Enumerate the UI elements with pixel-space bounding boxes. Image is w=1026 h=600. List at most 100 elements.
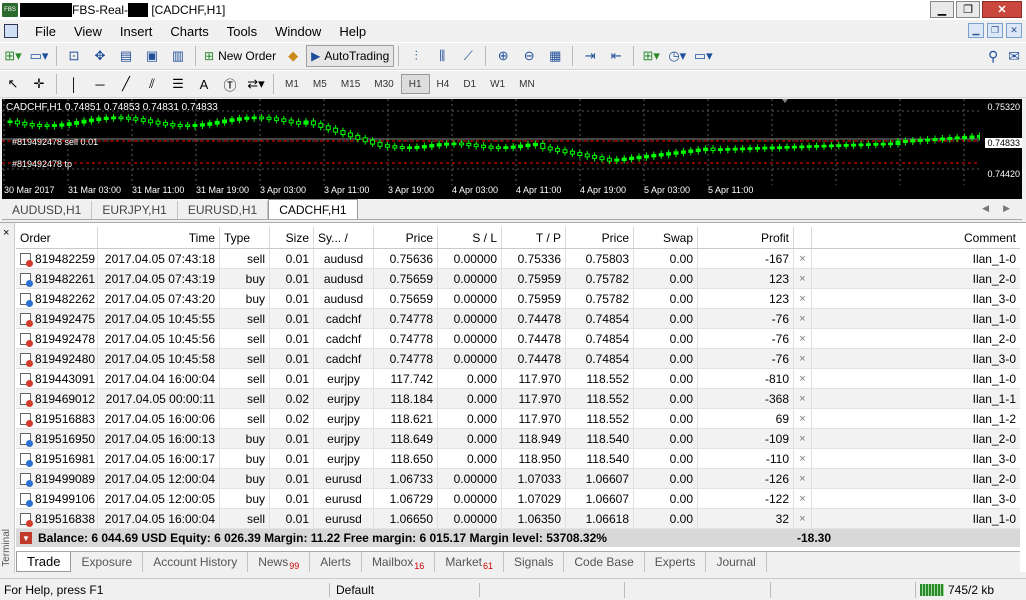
equidistant-channel-icon[interactable]: ⫽ bbox=[141, 74, 163, 94]
tab-eurusd[interactable]: EURUSD,H1 bbox=[178, 201, 269, 219]
menu-tools[interactable]: Tools bbox=[218, 24, 266, 39]
close-order-icon[interactable]: × bbox=[794, 309, 812, 328]
tab-exposure[interactable]: Exposure bbox=[71, 552, 144, 572]
timeframe-d1[interactable]: D1 bbox=[456, 74, 483, 94]
close-order-icon[interactable]: × bbox=[794, 469, 812, 488]
crosshair-icon[interactable]: ✛ bbox=[28, 74, 50, 94]
tab-mailbox[interactable]: Mailbox16 bbox=[362, 552, 436, 572]
table-row[interactable]: 819492475 2017.04.05 10:45:55 sell 0.01 cadc… bbox=[16, 309, 1020, 329]
child-close-button[interactable]: ✕ bbox=[1006, 23, 1022, 38]
chart-shift-icon[interactable]: ⇤ bbox=[605, 46, 627, 66]
tab-eurjpy[interactable]: EURJPY,H1 bbox=[92, 201, 178, 219]
column-header[interactable]: Comment bbox=[812, 227, 1020, 248]
tab-signals[interactable]: Signals bbox=[504, 552, 565, 572]
templates-icon[interactable]: ▭▾ bbox=[692, 46, 714, 66]
autotrading-button[interactable]: ▶ AutoTrading bbox=[306, 45, 395, 67]
menu-insert[interactable]: Insert bbox=[111, 24, 162, 39]
column-header[interactable]: Swap bbox=[634, 227, 698, 248]
close-order-icon[interactable]: × bbox=[794, 409, 812, 428]
table-row[interactable]: 819443091 2017.04.04 16:00:04 sell 0.01 eurj… bbox=[16, 369, 1020, 389]
indicators-icon[interactable]: ⊞▾ bbox=[640, 46, 662, 66]
close-order-icon[interactable]: × bbox=[794, 429, 812, 448]
table-row[interactable]: 819516950 2017.04.05 16:00:13 buy 0.01 eurjp… bbox=[16, 429, 1020, 449]
status-profile[interactable]: Default bbox=[330, 582, 480, 597]
candlestick-icon[interactable]: ⫼ bbox=[431, 46, 453, 66]
column-header[interactable]: Size bbox=[270, 227, 314, 248]
close-order-icon[interactable]: × bbox=[794, 289, 812, 308]
new-order-button[interactable]: ⊞ New Order bbox=[200, 45, 280, 67]
metaeditor-icon[interactable]: ◆ bbox=[282, 46, 304, 66]
column-header[interactable]: Type bbox=[220, 227, 270, 248]
close-order-icon[interactable]: × bbox=[794, 269, 812, 288]
table-row[interactable]: 819482261 2017.04.05 07:43:19 buy 0.01 audus… bbox=[16, 269, 1020, 289]
fibonacci-icon[interactable]: ☰ bbox=[167, 74, 189, 94]
timeframe-mn[interactable]: MN bbox=[512, 74, 542, 94]
timeframe-m5[interactable]: M5 bbox=[306, 74, 334, 94]
close-order-icon[interactable]: × bbox=[794, 349, 812, 368]
chat-icon[interactable]: ✉ bbox=[1008, 48, 1020, 65]
tab-trade[interactable]: Trade bbox=[16, 552, 72, 572]
tab-code-base[interactable]: Code Base bbox=[564, 552, 645, 572]
cursor-icon[interactable]: ↖ bbox=[2, 74, 24, 94]
strategy-tester-icon[interactable]: ▥ bbox=[167, 46, 189, 66]
line-chart-icon[interactable]: ⟋ bbox=[457, 46, 479, 66]
periods-icon[interactable]: ◷▾ bbox=[666, 46, 688, 66]
text-label-icon[interactable]: Ⓣ bbox=[219, 74, 241, 94]
timeframe-m30[interactable]: M30 bbox=[367, 74, 400, 94]
child-restore-button[interactable]: ❐ bbox=[987, 23, 1003, 38]
tab-journal[interactable]: Journal bbox=[706, 552, 767, 572]
autoscroll-icon[interactable]: ⇥ bbox=[579, 46, 601, 66]
tab-experts[interactable]: Experts bbox=[645, 552, 707, 572]
column-header[interactable]: T / P bbox=[502, 227, 566, 248]
tab-cadchf[interactable]: CADCHF,H1 bbox=[268, 199, 358, 219]
close-button[interactable]: ✕ bbox=[982, 1, 1022, 18]
table-row[interactable]: 819492478 2017.04.05 10:45:56 sell 0.01 cadc… bbox=[16, 329, 1020, 349]
child-minimize-button[interactable]: ▁ bbox=[968, 23, 984, 38]
tab-account-history[interactable]: Account History bbox=[143, 552, 249, 572]
tab-scroll-left-icon[interactable]: ◀ bbox=[982, 203, 989, 214]
tab-market[interactable]: Market61 bbox=[435, 552, 505, 572]
market-watch-icon[interactable]: ⊡ bbox=[63, 46, 85, 66]
menu-window[interactable]: Window bbox=[266, 24, 330, 39]
table-row[interactable]: 819492480 2017.04.05 10:45:58 sell 0.01 cadc… bbox=[16, 349, 1020, 369]
chart-window-icon[interactable] bbox=[4, 24, 18, 38]
timeframe-h1[interactable]: H1 bbox=[400, 74, 430, 94]
vertical-line-icon[interactable]: │ bbox=[63, 74, 85, 94]
arrows-icon[interactable]: ⇄▾ bbox=[245, 74, 267, 94]
terminal-close-icon[interactable]: × bbox=[3, 227, 9, 239]
trendline-icon[interactable]: ╱ bbox=[115, 74, 137, 94]
navigator-icon[interactable]: ▤ bbox=[115, 46, 137, 66]
tab-news[interactable]: News99 bbox=[248, 552, 311, 572]
minimize-button[interactable]: ▁ bbox=[930, 1, 954, 18]
bar-chart-icon[interactable]: ⫶ bbox=[405, 46, 427, 66]
menu-charts[interactable]: Charts bbox=[161, 24, 217, 39]
maximize-button[interactable]: ❐ bbox=[956, 1, 980, 18]
close-order-icon[interactable]: × bbox=[794, 509, 812, 528]
table-row[interactable]: 819499106 2017.04.05 12:00:05 buy 0.01 eurus… bbox=[16, 489, 1020, 509]
table-row[interactable]: 819482262 2017.04.05 07:43:20 buy 0.01 audus… bbox=[16, 289, 1020, 309]
table-row[interactable]: 819469012 2017.04.05 00:00:11 sell 0.02 eurj… bbox=[16, 389, 1020, 409]
terminal-icon[interactable]: ▣ bbox=[141, 46, 163, 66]
table-row[interactable]: 819499089 2017.04.05 12:00:04 buy 0.01 eurus… bbox=[16, 469, 1020, 489]
profiles-icon[interactable]: ▭▾ bbox=[28, 46, 50, 66]
new-chart-icon[interactable]: ⊞▾ bbox=[2, 46, 24, 66]
column-header[interactable]: Price bbox=[566, 227, 634, 248]
column-header[interactable]: Profit bbox=[698, 227, 794, 248]
column-header[interactable]: Order bbox=[16, 227, 98, 248]
close-order-icon[interactable]: × bbox=[794, 389, 812, 408]
menu-help[interactable]: Help bbox=[330, 24, 375, 39]
zoom-out-icon[interactable]: ⊖ bbox=[518, 46, 540, 66]
tab-alerts[interactable]: Alerts bbox=[310, 552, 362, 572]
column-header[interactable]: S / L bbox=[438, 227, 502, 248]
column-header[interactable]: Price bbox=[374, 227, 438, 248]
timeframe-h4[interactable]: H4 bbox=[430, 74, 457, 94]
table-row[interactable]: 819516883 2017.04.05 16:00:06 sell 0.02 eurj… bbox=[16, 409, 1020, 429]
column-header[interactable]: Sy... / bbox=[314, 227, 374, 248]
timeframe-m15[interactable]: M15 bbox=[334, 74, 367, 94]
price-chart[interactable]: CADCHF,H1 0.74851 0.74853 0.74831 0.7483… bbox=[2, 99, 1022, 199]
menu-file[interactable]: File bbox=[26, 24, 65, 39]
column-header[interactable]: Time bbox=[98, 227, 220, 248]
table-row[interactable]: 819516981 2017.04.05 16:00:17 buy 0.01 eurjp… bbox=[16, 449, 1020, 469]
close-order-icon[interactable]: × bbox=[794, 449, 812, 468]
horizontal-line-icon[interactable]: ─ bbox=[89, 74, 111, 94]
